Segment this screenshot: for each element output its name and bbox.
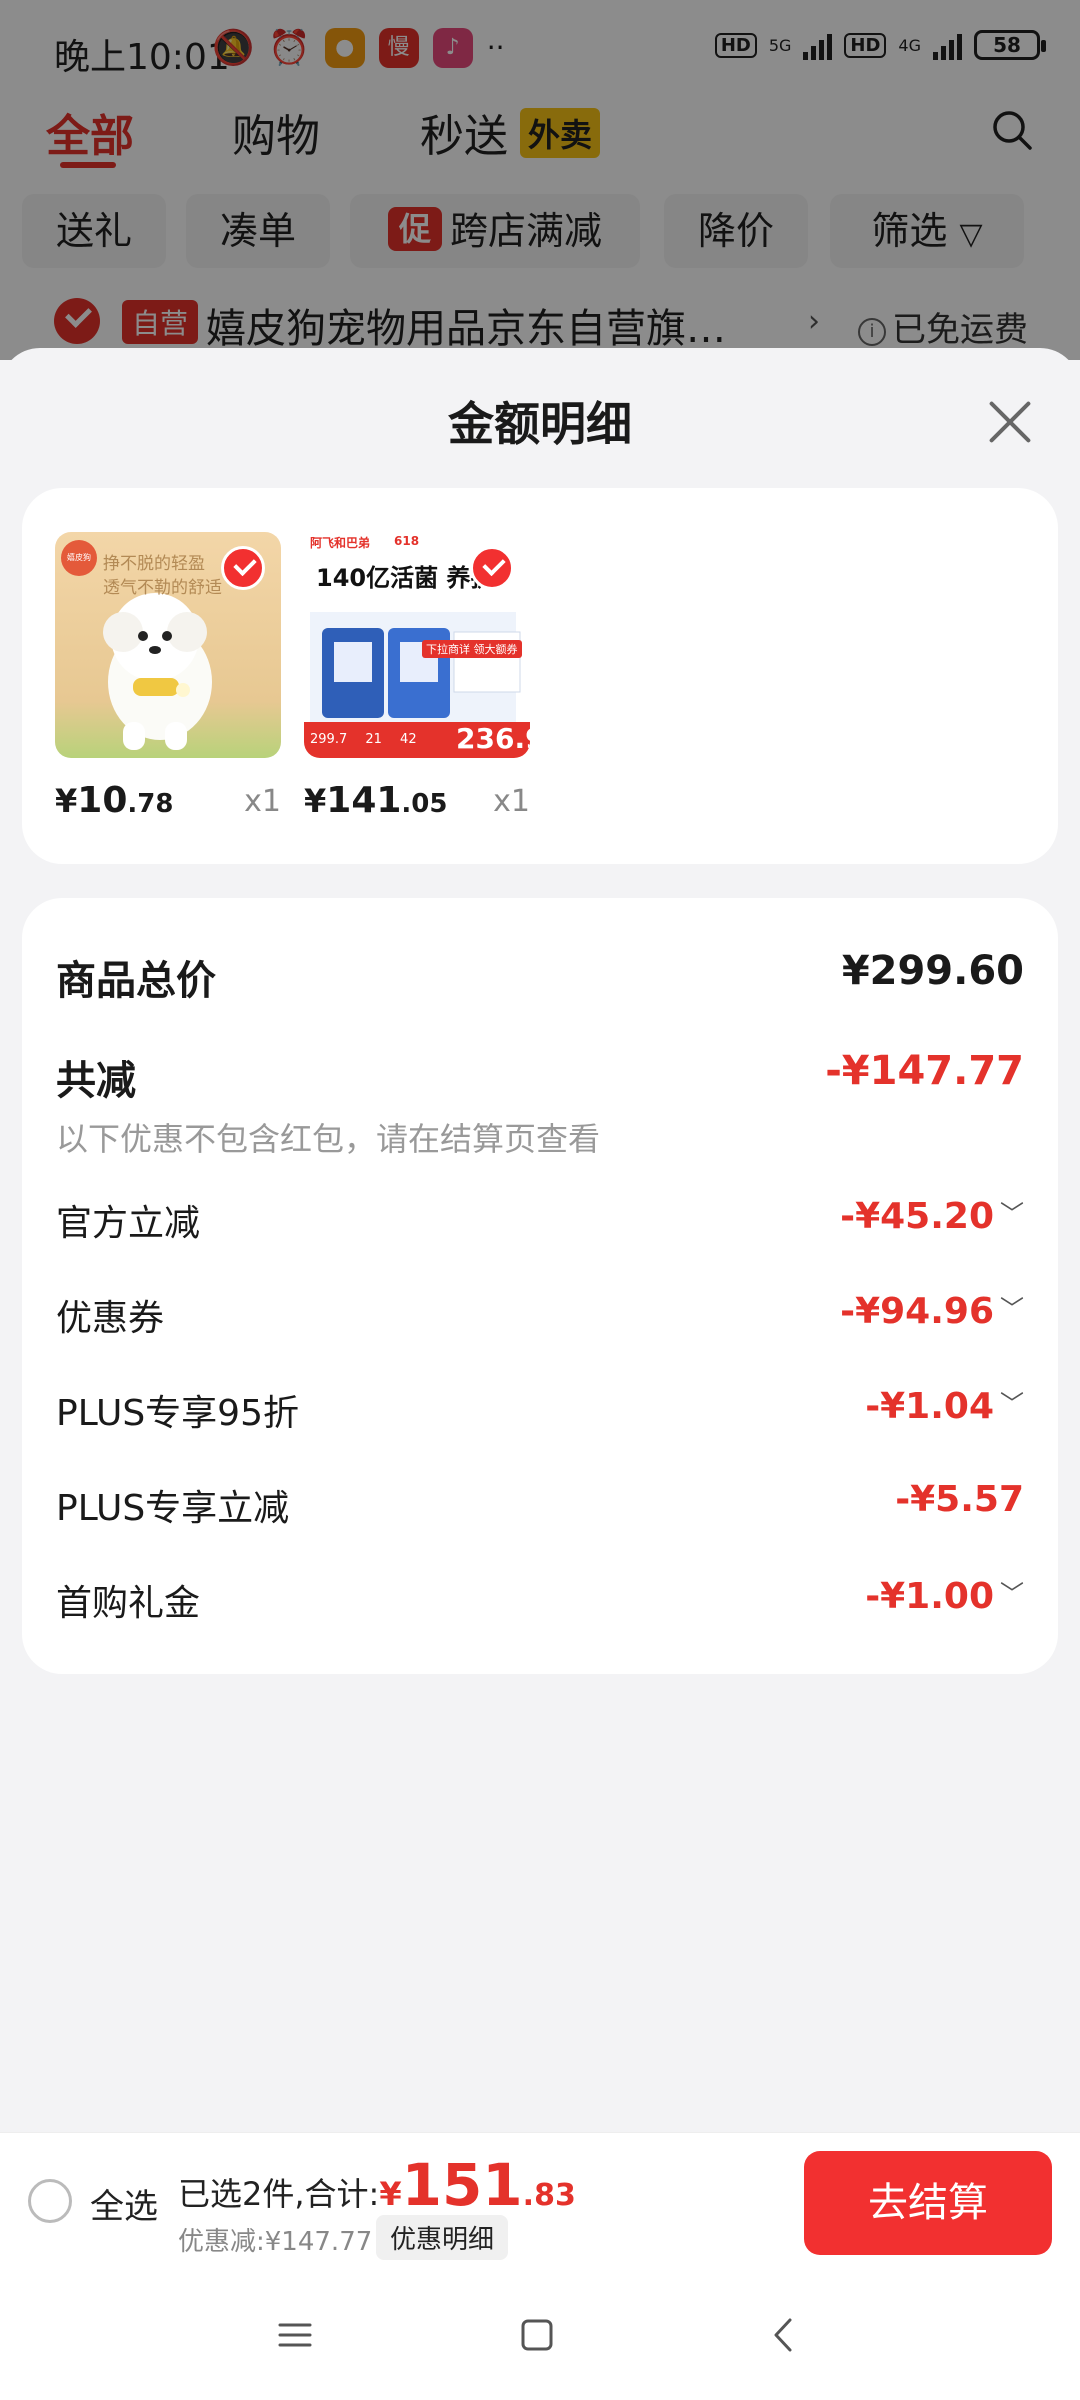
discount-value: -¥1.04 ﹀ xyxy=(865,1384,1024,1427)
reduce-row: 共减 -¥147.77 xyxy=(56,1048,1024,1106)
chevron-down-icon: ﹀ xyxy=(1000,1580,1024,1608)
product-qty: x1 xyxy=(493,784,530,819)
total-row: 商品总价 ¥299.60 xyxy=(56,948,1024,1006)
close-icon[interactable] xyxy=(982,394,1038,450)
product-image: 挣不脱的轻盈 透气不勒的舒适 嬉皮狗 xyxy=(55,532,281,758)
discount-row-plus95[interactable]: PLUS专享95折 -¥1.04 ﹀ xyxy=(56,1384,1024,1436)
overlay-dim[interactable] xyxy=(0,0,1080,360)
discount-amount: -¥1.04 xyxy=(865,1386,994,1427)
product-image: 阿飞和巴弟 618 140亿活菌 养护 下拉商详 领大额券 299.7 21 4… xyxy=(304,532,530,758)
chevron-down-icon: ﹀ xyxy=(1000,1390,1024,1418)
discount-label: 官方立减 xyxy=(56,1203,201,1244)
products-card: 挣不脱的轻盈 透气不勒的舒适 嬉皮狗 ¥10.78 x1 阿飞和巴弟 618 1… xyxy=(22,488,1058,864)
amount-detail-sheet: 金额明细 挣不脱的轻盈 透气不勒的舒适 嬉皮狗 ¥10.78 x1 阿飞和巴弟 … xyxy=(0,348,1080,2132)
checkout-bar: 全选 已选2件,合计:¥151.83 优惠减:¥147.77 优惠明细 去结算 xyxy=(0,2132,1080,2270)
brand-logo: 嬉皮狗 xyxy=(61,540,97,576)
selected-total: 已选2件,合计:¥151.83 xyxy=(178,2151,576,2219)
image-price-big: 236.9 xyxy=(456,722,530,755)
discount-row-coupon[interactable]: 优惠券 -¥94.96 ﹀ xyxy=(56,1289,1024,1341)
reduce-hint: 以下优惠不包含红包，请在结算页查看 xyxy=(56,1120,601,1158)
background-page: 晚上10:01 🔕 ⏰ ● 慢 ♪ ·· HD 5G HD 4G 58 全部 购… xyxy=(0,0,1080,360)
price-currency: ¥ xyxy=(55,782,78,820)
total-dec: .83 xyxy=(522,2178,576,2213)
discount-label: PLUS专享立减 xyxy=(56,1488,290,1529)
price-int: 10 xyxy=(77,780,128,821)
discount-amount: -¥94.96 xyxy=(840,1291,994,1332)
back-icon[interactable] xyxy=(760,2310,810,2360)
image-caption: 挣不脱的轻盈 透气不勒的舒适 xyxy=(103,552,222,600)
menu-icon[interactable] xyxy=(270,2310,320,2360)
price-currency: ¥ xyxy=(304,782,327,820)
product-checkbox[interactable] xyxy=(221,546,265,590)
image-price: 42 xyxy=(400,732,417,747)
total-label: 商品总价 xyxy=(56,958,216,1004)
chevron-down-icon: ﹀ xyxy=(1000,1295,1024,1323)
home-icon[interactable] xyxy=(512,2310,562,2360)
product-item[interactable]: 挣不脱的轻盈 透气不勒的舒适 嬉皮狗 ¥10.78 x1 xyxy=(55,532,281,821)
discount-value: -¥1.00 ﹀ xyxy=(865,1574,1024,1617)
chevron-down-icon: ﹀ xyxy=(1000,1200,1024,1228)
product-checkbox[interactable] xyxy=(470,546,514,590)
checkout-button[interactable]: 去结算 xyxy=(804,2151,1052,2255)
discount-value: -¥5.57 xyxy=(895,1479,1024,1520)
selected-info-label: 已选2件,合计: xyxy=(178,2175,380,2213)
reduce-value: -¥147.77 xyxy=(825,1048,1024,1094)
reduce-label: 共减 xyxy=(56,1058,136,1104)
discount-detail-button[interactable]: 优惠明细 xyxy=(376,2215,509,2260)
product-qty: x1 xyxy=(244,784,281,819)
discount-summary: 优惠减:¥147.77 xyxy=(178,2227,373,2257)
discount-label: PLUS专享95折 xyxy=(56,1393,299,1434)
discount-value: -¥94.96 ﹀ xyxy=(840,1289,1024,1332)
select-all-radio[interactable] xyxy=(28,2179,72,2223)
discount-amount: -¥1.00 xyxy=(865,1576,994,1617)
image-price-row: 299.7 21 42 xyxy=(310,732,417,747)
image-caption-line: 挣不脱的轻盈 xyxy=(103,554,205,574)
image-tag: 下拉商详 领大额券 xyxy=(422,640,522,658)
sheet-title: 金额明细 xyxy=(448,397,632,451)
total-int: 151 xyxy=(401,2151,523,2219)
discount-row-first-purchase[interactable]: 首购礼金 -¥1.00 ﹀ xyxy=(56,1574,1024,1626)
reduce-hint-row: 以下优惠不包含红包，请在结算页查看 xyxy=(56,1114,1024,1160)
image-caption-line: 透气不勒的舒适 xyxy=(103,578,222,598)
discount-row-plus-reduce: PLUS专享立减 -¥5.57 xyxy=(56,1479,1024,1531)
image-tag: 618 xyxy=(394,534,420,548)
product-price: ¥141.05 xyxy=(304,780,447,821)
total-currency: ¥ xyxy=(379,2175,402,2213)
price-int: 141 xyxy=(326,780,402,821)
system-navbar xyxy=(0,2270,1080,2400)
image-price: 21 xyxy=(365,732,382,747)
discount-row-official[interactable]: 官方立减 -¥45.20 ﹀ xyxy=(56,1194,1024,1246)
discount-amount: -¥45.20 xyxy=(840,1196,994,1237)
summary-card: 商品总价 ¥299.60 共减 -¥147.77 以下优惠不包含红包，请在结算页… xyxy=(22,898,1058,1674)
product-price: ¥10.78 xyxy=(55,780,173,821)
price-dec: .05 xyxy=(401,789,448,819)
image-price: 299.7 xyxy=(310,732,348,747)
image-brand: 阿飞和巴弟 xyxy=(310,536,371,550)
discount-amount: -¥5.57 xyxy=(895,1479,1024,1520)
product-item[interactable]: 阿飞和巴弟 618 140亿活菌 养护 下拉商详 领大额券 299.7 21 4… xyxy=(304,532,530,821)
discount-label: 优惠券 xyxy=(56,1298,165,1339)
discount-label: 首购礼金 xyxy=(56,1583,201,1624)
total-value: ¥299.60 xyxy=(841,948,1024,994)
price-dec: .78 xyxy=(127,789,174,819)
image-headline: 140亿活菌 养护 xyxy=(316,564,495,592)
select-all-label[interactable]: 全选 xyxy=(90,2179,158,2228)
discount-value: -¥45.20 ﹀ xyxy=(840,1194,1024,1237)
